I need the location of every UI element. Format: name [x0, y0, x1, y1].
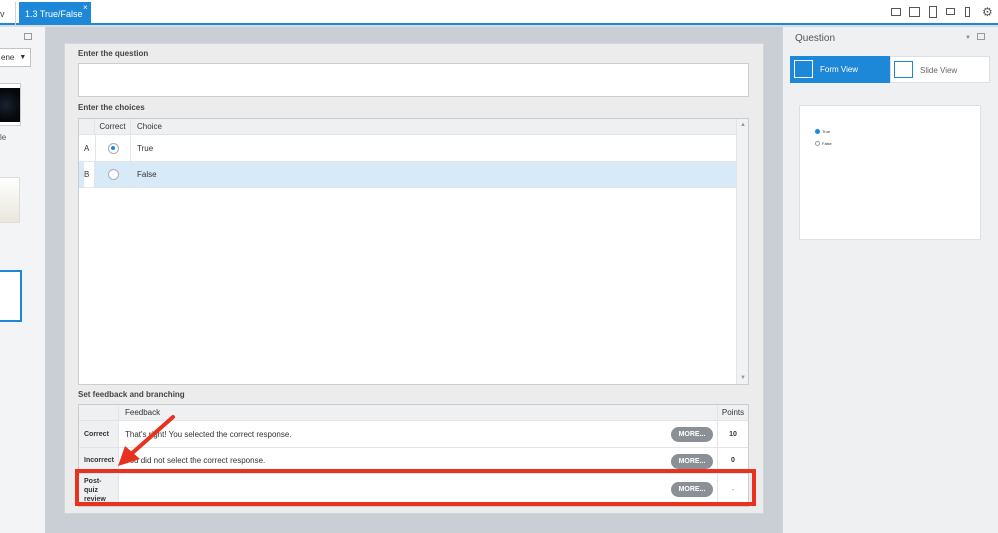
correct-radio[interactable]	[95, 135, 131, 161]
slide-thumbnail-image	[0, 88, 20, 122]
scroll-down-icon[interactable]: ▼	[740, 375, 746, 381]
choice-col-header: Choice	[137, 122, 162, 131]
form-view-button[interactable]: Form View	[790, 56, 890, 83]
slide-thumbnail[interactable]	[0, 177, 20, 223]
tablet-portrait-icon[interactable]	[929, 6, 937, 18]
panel-collapse-icon[interactable]	[24, 33, 32, 40]
scene-dropdown-value: ene	[1, 53, 15, 62]
panel-title: Question	[795, 33, 836, 44]
choices-label: Enter the choices	[78, 103, 145, 112]
desktop-icon[interactable]	[891, 8, 901, 16]
scene-dropdown[interactable]: ene ▼	[0, 48, 31, 67]
radio-unselected-icon	[815, 141, 820, 146]
chevron-down-icon: ▼	[19, 54, 27, 61]
tab-previous[interactable]: v	[0, 2, 16, 25]
phone-landscape-icon[interactable]	[946, 8, 955, 15]
slide-thumbnail[interactable]	[0, 83, 21, 126]
arrow-annotation-icon	[118, 415, 175, 466]
form-view-icon	[794, 60, 813, 78]
slide-view-button[interactable]: Slide View	[890, 56, 990, 83]
letter-col-header	[79, 119, 95, 134]
phone-portrait-icon[interactable]	[965, 7, 970, 17]
radio-selected-icon	[815, 129, 820, 134]
question-properties-panel	[782, 27, 998, 533]
choice-row[interactable]: A True	[79, 135, 736, 162]
question-input[interactable]	[78, 63, 749, 97]
radio-unselected-icon	[107, 169, 119, 180]
tab-label: 1.3 True/False	[25, 8, 83, 19]
tab-true-false[interactable]: 1.3 True/False	[19, 2, 91, 25]
choices-header: Correct Choice	[79, 119, 736, 135]
more-button[interactable]: MORE...	[671, 427, 713, 442]
points-value[interactable]: 10	[717, 421, 748, 447]
preview-option-label: True	[822, 129, 831, 134]
choice-letter: A	[84, 143, 90, 153]
more-button[interactable]: MORE...	[671, 454, 713, 469]
chevron-down-icon[interactable]: ▼	[965, 35, 971, 41]
correct-radio[interactable]	[95, 162, 131, 187]
tab-previous-label: v	[0, 8, 5, 19]
highlight-box	[75, 469, 756, 506]
correct-col-header: Correct	[95, 119, 131, 134]
choices-table: Correct Choice A True B False ▲ ▼	[78, 118, 749, 385]
slide-thumbnail-selected[interactable]	[0, 270, 22, 322]
preview-option: False	[815, 141, 832, 146]
slide-thumbnail-caption: le	[0, 133, 7, 142]
tablet-landscape-icon[interactable]	[909, 7, 920, 17]
slide-preview: True False	[799, 105, 981, 240]
points-col-header: Points	[717, 405, 748, 420]
choice-row[interactable]: B False	[79, 162, 736, 188]
choice-letter: B	[84, 162, 94, 187]
tab-bar	[0, 0, 998, 25]
gear-icon[interactable]: ⚙	[982, 6, 993, 18]
slide-view-icon	[894, 61, 913, 78]
close-icon[interactable]: ×	[83, 4, 91, 12]
scroll-up-icon[interactable]: ▲	[740, 122, 746, 128]
choice-text[interactable]: False	[137, 162, 157, 187]
choices-scrollbar[interactable]: ▲ ▼	[736, 119, 748, 384]
slide-view-label: Slide View	[920, 66, 958, 75]
preview-option-label: False	[822, 141, 832, 146]
question-label: Enter the question	[78, 49, 149, 58]
feedback-label: Set feedback and branching	[78, 390, 185, 399]
panel-dock-icon[interactable]	[977, 33, 985, 40]
choice-text[interactable]: True	[137, 135, 153, 161]
radio-selected-icon	[107, 142, 119, 154]
preview-option: True	[815, 129, 830, 134]
form-view-label: Form View	[820, 65, 859, 74]
